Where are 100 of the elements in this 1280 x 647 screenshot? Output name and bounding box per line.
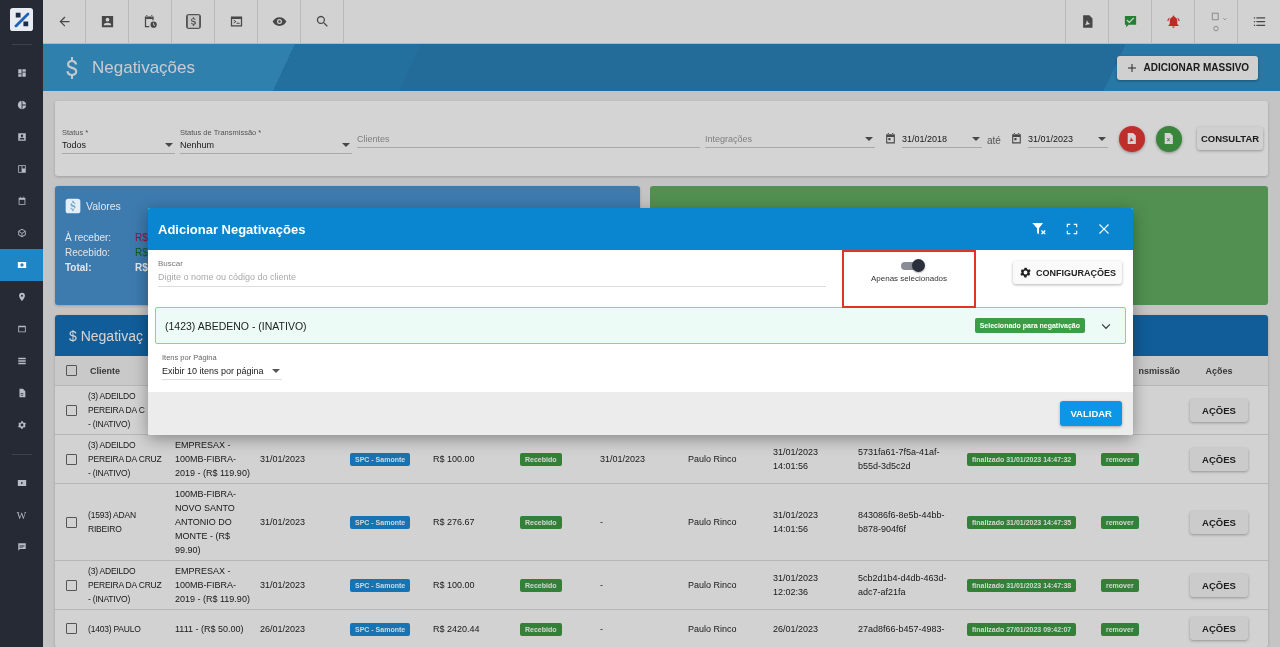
add-bulk-button[interactable]: ADICIONAR MASSIVO	[1116, 55, 1259, 80]
toggle-label: Apenas selecionados	[870, 274, 948, 283]
user-cell: Paulo Rinco	[688, 454, 737, 464]
row-checkbox[interactable]	[66, 404, 77, 416]
sidebar-item[interactable]: W	[0, 499, 43, 531]
pdf-file-icon	[1125, 132, 1139, 145]
search-label: Buscar	[158, 259, 184, 268]
row-checkbox[interactable]	[66, 453, 77, 465]
user-cell: Paulo Rinco	[688, 623, 737, 634]
date-cell: 26/01/2023	[260, 623, 306, 634]
protocol-cell: 27ad8f66-b457-4983-	[858, 623, 945, 634]
datetime-cell-text: 31/01/2023 12:02:36	[773, 572, 820, 599]
value-label: Recebido:	[65, 246, 112, 260]
calendar-icon	[16, 196, 27, 206]
actions-button[interactable]: AÇÕES	[1190, 617, 1248, 640]
table-title: $ Negativaç	[69, 327, 143, 344]
fullscreen-icon[interactable]	[1065, 222, 1079, 236]
protocol-cell: 5cb2d1b4-d4db-463d-adc7-af21fa	[858, 573, 947, 597]
date-cell: 31/01/2023	[260, 517, 306, 527]
excel-export-button[interactable]	[1155, 125, 1182, 152]
server-icon	[16, 356, 27, 366]
dialog-title: Adicionar Negativações	[158, 221, 306, 237]
client-cell-text: (1593) ADAN RIBEIRO	[88, 509, 137, 536]
protocol-cell: 5731fa61-7f5a-41af-b55d-3d5c2d	[858, 447, 940, 471]
client-cell-text: (1403) PAULO	[88, 622, 142, 636]
end-date-field[interactable]: 31/01/2023	[1027, 133, 1108, 148]
actions-button[interactable]: AÇÕES	[1190, 447, 1248, 471]
clear-filter-icon[interactable]	[1031, 221, 1047, 237]
bell-icon	[1165, 14, 1181, 29]
logo[interactable]	[10, 8, 33, 31]
search-icon	[314, 14, 330, 29]
search-field[interactable]: Digite o nome ou código do cliente	[158, 271, 826, 287]
protocol-cell: 843086f6-8e5b-44bb-b878-904f6f	[858, 510, 945, 534]
value-amount: R$	[135, 231, 148, 245]
date-cell: -	[600, 517, 603, 527]
amount-cell: R$ 100.00	[433, 454, 475, 464]
amount-cell: R$ 276.67	[433, 517, 475, 527]
start-date-field[interactable]: 31/01/2018	[902, 133, 982, 148]
date-cell: 31/01/2023	[260, 580, 306, 590]
dollar-icon	[65, 198, 81, 214]
client-cell-text: (3) ADEILDO PEREIRA DA CRUZ - (INATIVO)	[88, 439, 163, 480]
actions-button[interactable]: AÇÕES	[1190, 398, 1248, 422]
amount-cell: R$ 100.00	[433, 580, 475, 590]
client-name: (1423) ABEDENO - (INATIVO)	[165, 319, 307, 332]
table-icon	[16, 324, 27, 334]
chat-check-icon	[1122, 14, 1138, 29]
contact-card-icon	[16, 132, 27, 142]
contract-cell: EMPRESAX - 100MB-FIBRA-2019 - (R$ 119.90)	[175, 440, 250, 478]
column-header: Ações	[1204, 364, 1234, 378]
datetime-cell-text: 26/01/2023	[773, 622, 820, 636]
settings-icon	[16, 420, 27, 430]
values-title: Valores	[86, 200, 121, 212]
contract-cell: 100MB-FIBRA-NOVO SANTO ANTONIO DO MONTE - (R$ 99.90)	[175, 489, 236, 555]
select-all-checkbox[interactable]	[66, 365, 77, 376]
pie-chart-icon	[16, 100, 27, 110]
value-label: À receber:	[65, 230, 113, 245]
row-checkbox[interactable]	[66, 516, 77, 528]
dashboard-icon	[16, 68, 27, 78]
settings-icon	[1019, 266, 1032, 279]
date-cell: 31/01/2023	[260, 454, 306, 464]
amount-cell: R$ 2420.44	[433, 623, 480, 634]
close-icon[interactable]	[1097, 222, 1111, 236]
board-icon	[16, 164, 27, 174]
toggle-switch[interactable]	[901, 262, 923, 270]
location-pin-icon	[16, 292, 27, 302]
date-cell: -	[600, 580, 603, 590]
client-cell-text: (3) ADEILDO PEREIRA DA C - (INATIVO)	[88, 390, 146, 431]
menu-icon	[1251, 14, 1267, 29]
settings-button[interactable]: CONFIGURAÇÕES	[1013, 261, 1122, 284]
value-amount: R$	[135, 246, 148, 260]
actions-button[interactable]: AÇÕES	[1190, 510, 1248, 534]
terminal-icon	[228, 14, 244, 29]
date-cell: -	[600, 623, 603, 634]
user-cell: Paulo Rinco	[688, 580, 737, 590]
contact-card-icon	[99, 14, 115, 29]
query-button[interactable]: CONSULTAR	[1196, 127, 1264, 150]
value-amount: R$	[135, 261, 148, 275]
actions-button[interactable]: AÇÕES	[1190, 573, 1248, 597]
page-title: Negativações	[92, 57, 195, 78]
plus-icon	[1125, 61, 1138, 74]
dollar-icon	[65, 55, 79, 80]
value-label: Total:	[65, 261, 93, 275]
date-separator: até	[987, 135, 1001, 146]
chat-icon	[16, 542, 27, 552]
dollar-icon	[185, 14, 201, 29]
date-cell: 31/01/2023	[600, 454, 646, 464]
cube-icon	[16, 228, 27, 238]
eye-icon	[271, 14, 287, 29]
contract-cell: EMPRESAX - 100MB-FIBRA-2019 - (R$ 119.90)	[175, 566, 250, 604]
calendar-icon	[884, 132, 897, 145]
client-cell-text: (3) ADEILDO PEREIRA DA CRUZ - (INATIVO)	[88, 565, 163, 606]
column-header: nsmissão	[1137, 364, 1180, 378]
row-checkbox[interactable]	[66, 623, 77, 634]
row-checkbox[interactable]	[66, 579, 77, 591]
datetime-cell-text: 31/01/2023 14:01:56	[773, 446, 820, 473]
pdf-export-button[interactable]	[1118, 125, 1145, 152]
datetime-cell-text: 31/01/2023 14:01:56	[773, 509, 820, 536]
user-cell: Paulo Rinco	[688, 517, 737, 527]
spreadsheet-file-icon	[1162, 132, 1176, 145]
sidebar-item[interactable]	[0, 249, 43, 281]
